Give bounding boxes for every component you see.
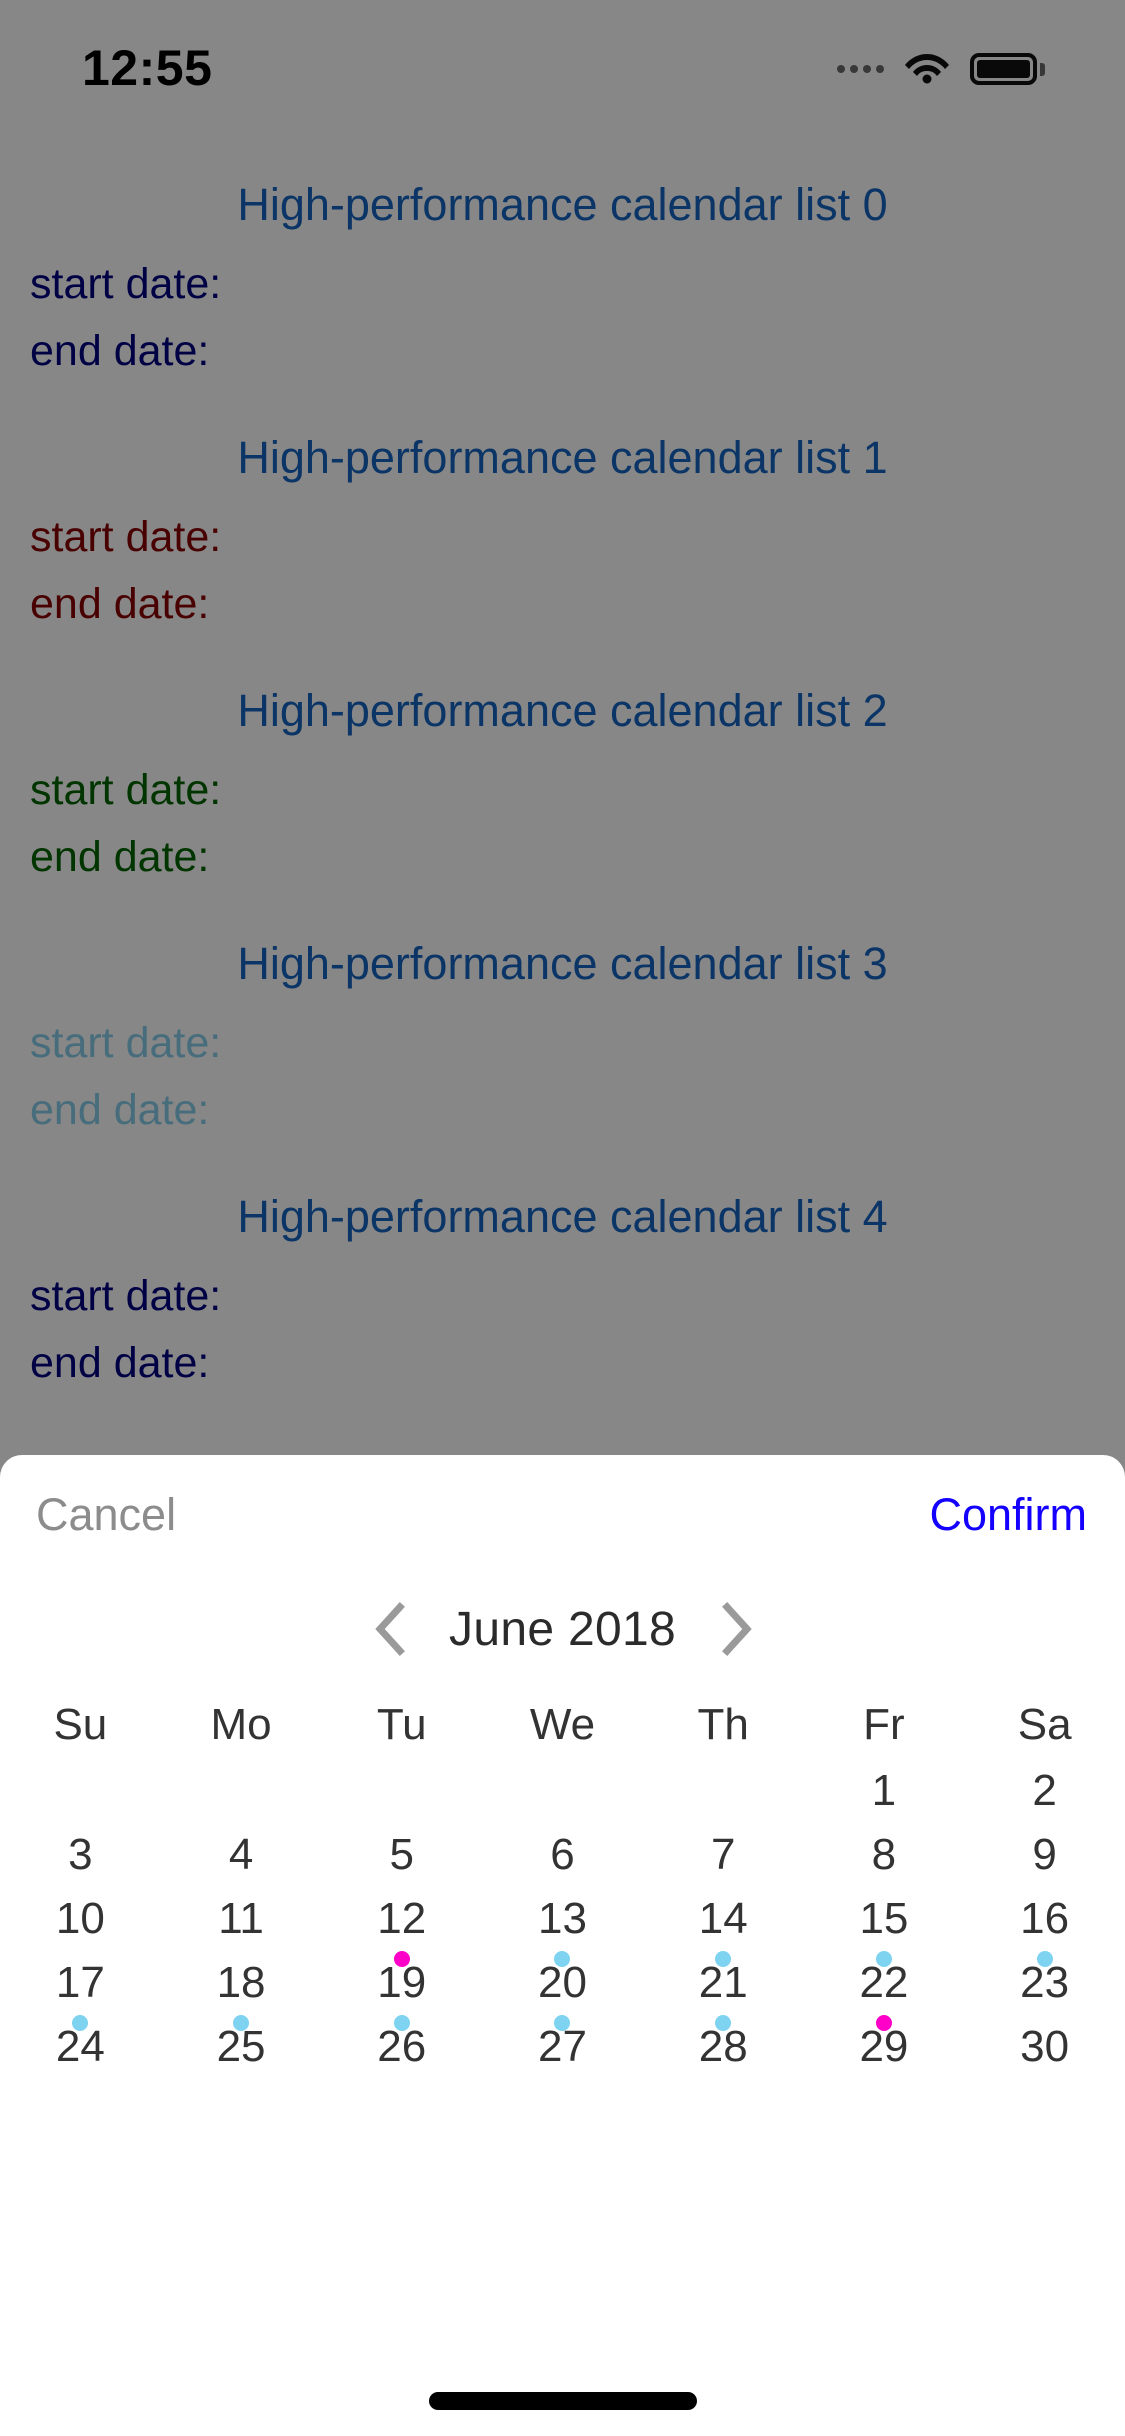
day-number: 15 (859, 1894, 909, 1943)
day-cell[interactable]: 16 (964, 1894, 1125, 1967)
day-number: 19 (377, 1958, 427, 2007)
day-cell[interactable]: 11 (161, 1895, 322, 1959)
weekday-header-row: Su Mo Tu We Th Fr Sa (0, 1683, 1125, 1767)
day-cell[interactable]: 7 (643, 1831, 804, 1895)
home-indicator (428, 2392, 697, 2410)
day-cell[interactable]: 5 (321, 1831, 482, 1895)
day-cell[interactable]: 2 (964, 1767, 1125, 1831)
day-cell[interactable]: 8 (804, 1831, 965, 1895)
day-cell[interactable]: 30 (964, 2023, 1125, 2087)
weekday-label: Su (53, 1700, 108, 1749)
day-cell[interactable]: 23 (964, 1959, 1125, 2023)
day-number: 5 (389, 1830, 415, 1879)
day-number: 28 (698, 2022, 748, 2071)
day-cell[interactable]: 6 (482, 1831, 643, 1895)
weekday-label: We (529, 1700, 596, 1749)
day-number: 3 (68, 1830, 93, 1879)
day-grid: 1 2 3 4 5 6 7 8 9 10 11 12 13 14 15 16 17 18 19 20 21 22 23 24 2… (0, 1767, 1125, 2087)
day-cell[interactable]: 14 (643, 1894, 804, 1967)
day-number: 11 (218, 1894, 264, 1943)
month-year-label: June 2018 (449, 1602, 676, 1656)
day-cell[interactable]: 17 (0, 1958, 161, 2031)
weekday-label: Fr (863, 1700, 905, 1749)
day-number: 2 (1032, 1766, 1057, 1815)
day-number: 4 (228, 1830, 254, 1879)
date-picker-sheet: Cancel Confirm June 2018 Su Mo Tu We Th Fr Sa … (0, 1455, 1125, 2436)
day-number: 14 (698, 1894, 748, 1943)
weekday-label: Sa (1017, 1700, 1072, 1749)
day-number: 8 (871, 1830, 897, 1879)
day-number: 1 (871, 1766, 897, 1815)
day-number: 24 (55, 2022, 105, 2071)
day-number: 22 (859, 1958, 909, 2007)
chevron-right-icon[interactable] (704, 1597, 768, 1661)
day-cell[interactable]: 22 (804, 1958, 965, 2031)
day-number: 26 (377, 2022, 427, 2071)
day-number: 16 (1020, 1894, 1070, 1943)
day-number: 13 (538, 1894, 587, 1943)
day-cell[interactable]: 25 (161, 2023, 322, 2087)
cancel-button[interactable]: Cancel (36, 1489, 176, 1541)
day-cell[interactable]: 3 (0, 1831, 161, 1895)
day-number: 20 (538, 1958, 587, 2007)
day-cell[interactable]: 20 (482, 1958, 643, 2031)
day-number: 21 (698, 1958, 748, 2007)
chevron-left-icon[interactable] (357, 1597, 421, 1661)
sheet-header: Cancel Confirm (0, 1455, 1125, 1575)
day-number: 27 (538, 2022, 587, 2071)
day-cell[interactable]: 9 (964, 1831, 1125, 1895)
day-number: 30 (1020, 2022, 1070, 2071)
day-number: 23 (1020, 1958, 1070, 2007)
day-number: 9 (1032, 1830, 1057, 1879)
day-number: 17 (55, 1958, 105, 2007)
day-number: 18 (216, 1958, 266, 2007)
weekday-label: Th (697, 1700, 749, 1749)
weekday-label: Mo (210, 1700, 272, 1749)
day-cell[interactable]: 29 (804, 2023, 965, 2087)
day-number: 6 (550, 1830, 575, 1879)
day-cell[interactable]: 15 (804, 1894, 965, 1967)
day-number: 7 (710, 1830, 736, 1879)
weekday-label: Tu (376, 1700, 427, 1749)
day-number: 10 (55, 1894, 105, 1943)
day-cell[interactable]: 4 (161, 1831, 322, 1895)
day-cell[interactable]: 24 (0, 2023, 161, 2087)
day-cell[interactable]: 10 (0, 1895, 161, 1959)
month-navigation: June 2018 (0, 1575, 1125, 1683)
day-cell[interactable]: 18 (161, 1958, 322, 2031)
phone-screen: 12:55 High-performance calendar list 0 s… (0, 0, 1125, 2436)
day-cell[interactable]: 19 (321, 1958, 482, 2031)
day-cell[interactable]: 26 (321, 2023, 482, 2087)
day-cell[interactable]: 13 (482, 1894, 643, 1967)
day-cell[interactable]: 28 (643, 2023, 804, 2087)
day-cell[interactable]: 1 (804, 1767, 965, 1831)
confirm-button[interactable]: Confirm (929, 1489, 1087, 1541)
day-number: 12 (377, 1894, 427, 1943)
day-cell[interactable]: 12 (321, 1894, 482, 1967)
day-number: 29 (859, 2022, 909, 2071)
day-number: 25 (216, 2022, 266, 2071)
day-cell[interactable]: 27 (482, 2023, 643, 2087)
day-cell[interactable]: 21 (643, 1958, 804, 2031)
